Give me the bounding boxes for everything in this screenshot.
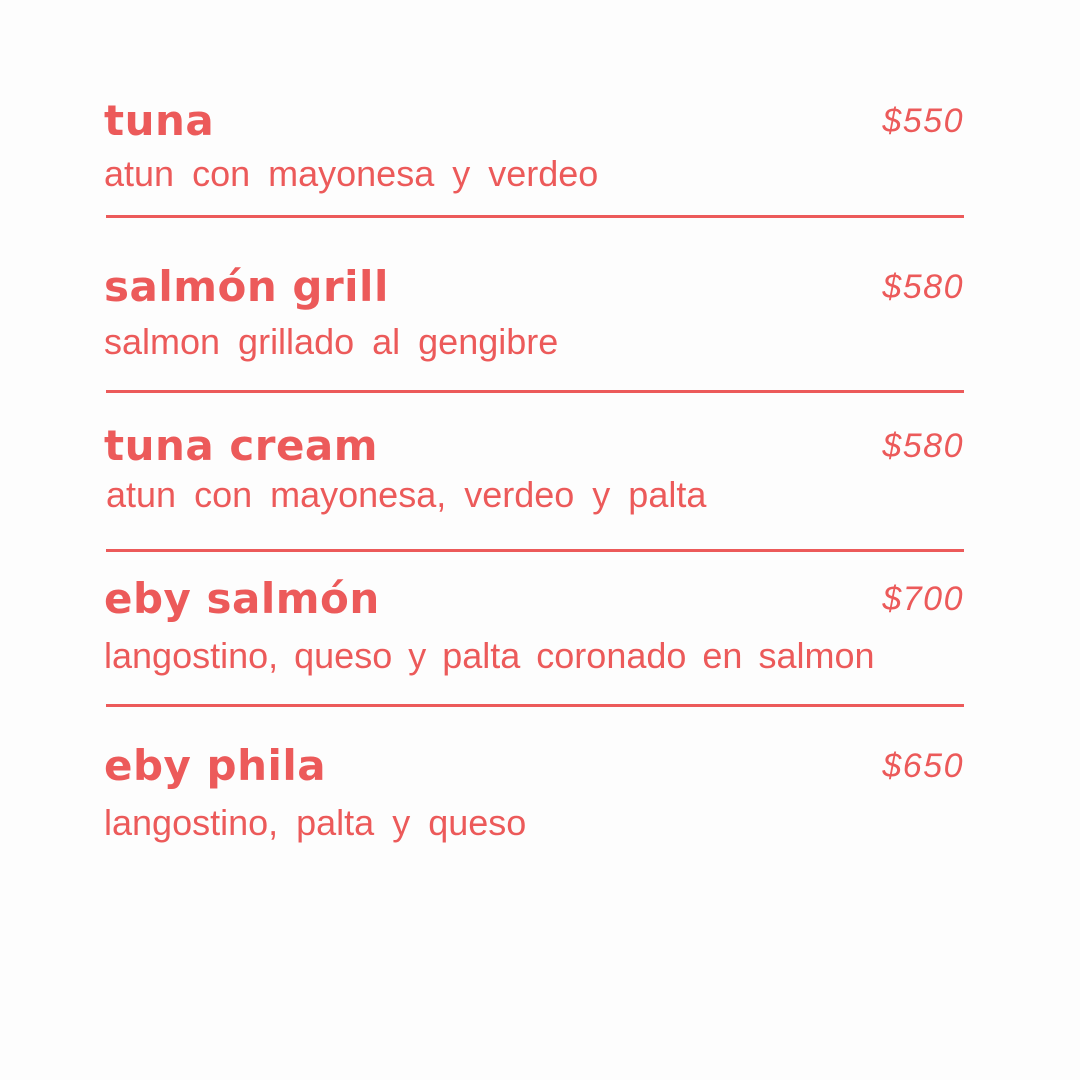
menu-item-description: salmon grillado al gengibre <box>104 321 559 362</box>
menu-board: tuna $550 atun con mayonesa y verdeo sal… <box>0 0 1080 1080</box>
menu-item-name: eby salmón <box>104 574 380 623</box>
menu-item-description: atun con mayonesa, verdeo y palta <box>106 474 707 515</box>
menu-item-price: $700 <box>882 580 964 618</box>
menu-item-tuna-cream: tuna cream $580 atun con mayonesa, verde… <box>104 425 964 520</box>
menu-item-price: $580 <box>882 268 964 306</box>
menu-item-description: langostino, queso y palta coronado en sa… <box>104 635 875 676</box>
menu-item-name: tuna cream <box>104 421 379 470</box>
menu-item-name: eby phila <box>104 741 327 790</box>
menu-item-eby-phila: eby phila $650 langostino, palta y queso <box>104 741 964 843</box>
menu-item-name: salmón grill <box>104 262 389 311</box>
menu-item-description: langostino, palta y queso <box>104 802 527 843</box>
menu-item-eby-salmon: eby salmón $700 langostino, queso y palt… <box>104 574 964 676</box>
menu-item-price: $550 <box>882 102 964 140</box>
menu-item-name: tuna <box>104 96 215 145</box>
divider <box>106 549 964 552</box>
menu-item-salmon-grill: salmón grill $580 salmon grillado al gen… <box>104 266 964 361</box>
divider <box>106 704 964 707</box>
divider <box>106 215 964 218</box>
menu-item-tuna: tuna $550 atun con mayonesa y verdeo <box>104 100 964 195</box>
menu-item-price: $650 <box>882 747 964 785</box>
divider <box>106 390 964 393</box>
menu-item-description: atun con mayonesa y verdeo <box>104 153 599 194</box>
menu-item-price: $580 <box>882 427 964 465</box>
